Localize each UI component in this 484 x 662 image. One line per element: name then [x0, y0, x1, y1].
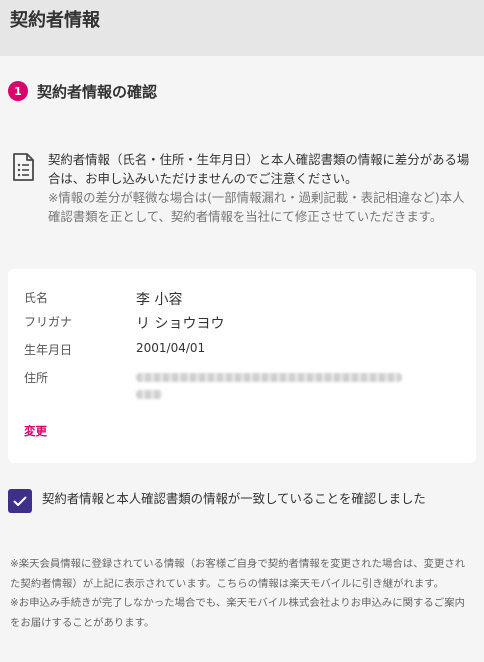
- address-label: 住所: [24, 371, 49, 385]
- section-title: 契約者情報の確認: [37, 82, 158, 101]
- notice-main-text: 契約者情報（氏名・住所・生年月日）と本人確認書類の情報に差分がある場合は、お申し…: [48, 152, 470, 186]
- birthdate-value: 2001/04/01: [136, 341, 206, 355]
- step-number-badge: 1: [8, 81, 28, 101]
- section-header: 1 契約者情報の確認: [0, 56, 484, 126]
- name-value: 李 小容: [136, 292, 183, 308]
- notice-body: 契約者情報（氏名・住所・生年月日）と本人確認書類の情報に差分がある場合は、お申し…: [38, 150, 476, 269]
- footnote-line-1: ※楽天会員情報に登録されている情報（お客様ご自身で契約者情報を変更された場合は、…: [10, 558, 466, 590]
- name-label: 氏名: [24, 291, 49, 305]
- notice-block: 契約者情報（氏名・住所・生年月日）と本人確認書類の情報に差分がある場合は、お申し…: [0, 126, 484, 269]
- kana-row: フリガナ リ ショウヨウ: [24, 309, 460, 337]
- document-list-icon: [10, 152, 38, 269]
- page-title: 契約者情報: [10, 10, 100, 31]
- kana-value: リ ショウヨウ: [136, 316, 225, 332]
- footnote: ※楽天会員情報に登録されている情報（お客様ご自身で契約者情報を変更された場合は、…: [0, 555, 484, 633]
- address-value-redacted: [136, 369, 402, 399]
- change-link[interactable]: 変更: [24, 423, 47, 439]
- check-icon: [13, 496, 27, 506]
- kana-label: フリガナ: [24, 315, 73, 329]
- birthdate-row: 生年月日 2001/04/01: [24, 337, 460, 365]
- notice-sub-text: ※情報の差分が軽微な場合は(一部情報漏れ・過剰記載・表記相違など)本人確認書類を…: [48, 190, 465, 224]
- name-row: 氏名 李 小容: [24, 281, 460, 309]
- birthdate-label: 生年月日: [24, 343, 73, 357]
- address-row: 住所: [24, 365, 460, 409]
- contractor-info-card: 氏名 李 小容 フリガナ リ ショウヨウ 生年月日 2001/04/01 住所 …: [8, 269, 476, 463]
- confirm-label[interactable]: 契約者情報と本人確認書類の情報が一致していることを確認しました: [42, 489, 426, 555]
- footnote-line-2: ※お申込み手続きが完了しなかった場合でも、楽天モバイル株式会社よりお申込みに関す…: [10, 597, 465, 629]
- confirm-checkbox[interactable]: [8, 489, 32, 513]
- confirm-row: 契約者情報と本人確認書類の情報が一致していることを確認しました: [0, 463, 484, 555]
- page-header: 契約者情報: [0, 0, 484, 56]
